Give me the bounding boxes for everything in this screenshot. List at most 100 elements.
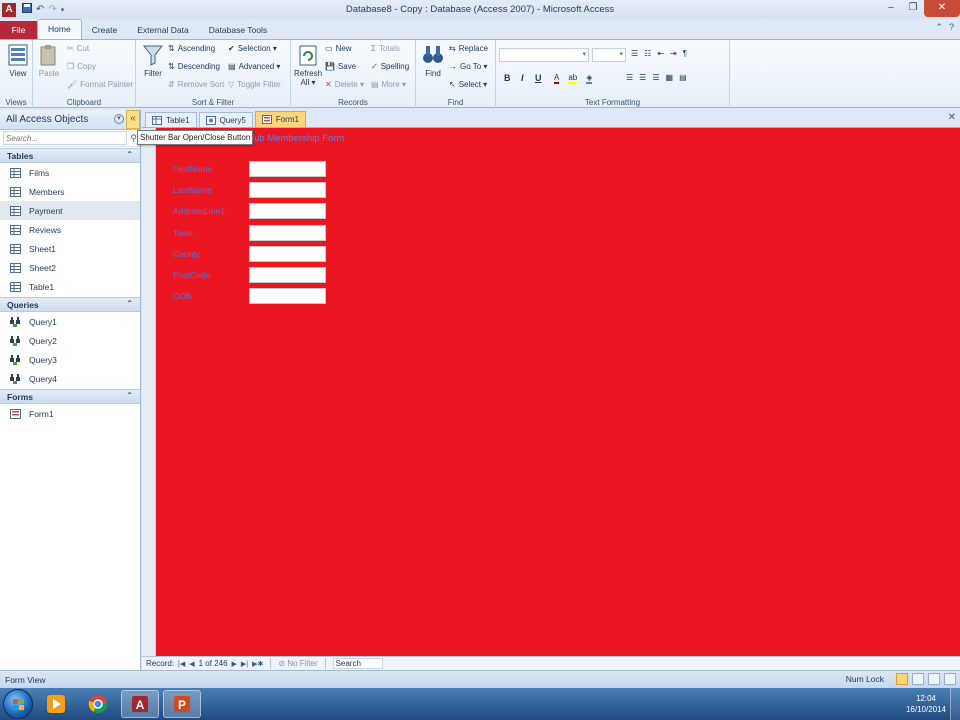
minimize-ribbon-icon[interactable]: ⌃ bbox=[935, 22, 943, 33]
new-record-button[interactable]: ▭ New bbox=[325, 44, 352, 53]
first-record-icon[interactable]: |◀ bbox=[178, 660, 185, 668]
align-right-icon[interactable]: ☰ bbox=[652, 73, 659, 82]
maximize-icon[interactable]: ❐ bbox=[902, 0, 924, 17]
nav-item-query2[interactable]: Query2 bbox=[0, 331, 140, 350]
save-record-button[interactable]: 💾 Save bbox=[325, 62, 356, 71]
underline-button[interactable]: U bbox=[535, 73, 542, 83]
nav-search-input[interactable] bbox=[3, 131, 127, 145]
nav-pane-header[interactable]: All Access Objects ▾ « bbox=[0, 110, 140, 130]
paste-button[interactable]: Paste bbox=[37, 43, 61, 78]
totals-button[interactable]: Σ Totals bbox=[371, 44, 400, 53]
bullets-icon[interactable]: ☰ bbox=[631, 49, 638, 58]
nav-item-sheet2[interactable]: Sheet2 bbox=[0, 258, 140, 277]
help-icon[interactable]: ? bbox=[949, 22, 954, 33]
record-position[interactable]: 1 of 246 bbox=[199, 659, 228, 668]
dob-field[interactable] bbox=[249, 288, 326, 305]
taskbar-powerpoint[interactable]: P bbox=[163, 690, 201, 718]
taskbar-media-player[interactable] bbox=[37, 690, 75, 718]
selection-button[interactable]: ✔ Selection ▾ bbox=[228, 44, 277, 53]
more-button[interactable]: ▤ More ▾ bbox=[371, 80, 406, 89]
addressline1-field[interactable] bbox=[249, 203, 326, 220]
tab-home[interactable]: Home bbox=[37, 19, 82, 39]
find-button[interactable]: Find bbox=[421, 43, 445, 78]
county-field[interactable] bbox=[249, 245, 326, 262]
system-clock[interactable]: 12:04 16/10/2014 bbox=[906, 693, 946, 715]
go-to-button[interactable]: → Go To ▾ bbox=[449, 62, 487, 71]
italic-button[interactable]: I bbox=[521, 73, 524, 83]
nav-item-query1[interactable]: Query1 bbox=[0, 312, 140, 331]
advanced-button[interactable]: ▤ Advanced ▾ bbox=[228, 62, 280, 71]
select-button[interactable]: ↖ Select ▾ bbox=[449, 80, 487, 89]
nav-item-payment[interactable]: Payment bbox=[0, 201, 140, 220]
town-field[interactable] bbox=[249, 224, 326, 241]
format-painter-button[interactable]: 🖌 Format Painter bbox=[67, 80, 133, 89]
tab-database-tools[interactable]: Database Tools bbox=[199, 21, 277, 39]
layout-view-icon[interactable] bbox=[928, 673, 940, 685]
font-size-combo[interactable]: ▾ bbox=[592, 48, 626, 62]
new-record-nav-icon[interactable]: ▶✱ bbox=[252, 660, 263, 668]
spelling-button[interactable]: ✓ Spelling bbox=[371, 62, 409, 71]
cut-button[interactable]: ✂ Cut bbox=[67, 44, 89, 53]
chevron-down-icon[interactable]: ▾ bbox=[114, 114, 124, 124]
nav-item-form1[interactable]: Form1 bbox=[0, 404, 140, 423]
tab-file[interactable]: File bbox=[0, 21, 37, 39]
section-queries[interactable]: Queries ⌃ bbox=[0, 297, 140, 312]
increase-indent-icon[interactable]: ⇥ bbox=[670, 49, 677, 58]
datasheet-view-icon[interactable] bbox=[912, 673, 924, 685]
align-left-icon[interactable]: ☰ bbox=[626, 73, 633, 82]
nav-item-films[interactable]: Films bbox=[0, 163, 140, 182]
numbering-icon[interactable]: ☷ bbox=[644, 49, 651, 58]
collapse-icon[interactable]: ⌃ bbox=[126, 391, 133, 400]
no-filter-indicator[interactable]: ⊘ No Filter bbox=[278, 659, 317, 668]
close-icon[interactable]: ✕ bbox=[924, 0, 960, 17]
collapse-icon[interactable]: ⌃ bbox=[126, 299, 133, 308]
filter-button[interactable]: Filter bbox=[141, 43, 165, 78]
descending-button[interactable]: ⇅ Descending bbox=[168, 62, 220, 71]
show-desktop-button[interactable] bbox=[950, 688, 960, 720]
paragraph-icon[interactable]: ¶ bbox=[683, 49, 687, 58]
save-icon[interactable] bbox=[22, 3, 32, 16]
nav-item-table1[interactable]: Table1 bbox=[0, 277, 140, 296]
replace-button[interactable]: ⇆ Replace bbox=[449, 44, 488, 53]
next-record-icon[interactable]: ▶ bbox=[232, 660, 237, 668]
font-color-icon[interactable]: A bbox=[554, 73, 560, 84]
postcode-field[interactable] bbox=[249, 267, 326, 283]
ascending-button[interactable]: ⇅ Ascending bbox=[168, 44, 215, 53]
decrease-indent-icon[interactable]: ⇤ bbox=[657, 49, 664, 58]
shutter-bar-button[interactable]: « bbox=[126, 110, 140, 129]
section-forms[interactable]: Forms ⌃ bbox=[0, 389, 140, 404]
tab-create[interactable]: Create bbox=[82, 21, 128, 39]
lastname-field[interactable] bbox=[249, 182, 326, 199]
undo-icon[interactable]: ↶ bbox=[36, 4, 44, 15]
doc-tab-form1[interactable]: Form1 bbox=[254, 111, 306, 127]
nav-item-members[interactable]: Members bbox=[0, 182, 140, 201]
access-app-icon[interactable]: A bbox=[2, 2, 16, 17]
copy-button[interactable]: ❐ Copy bbox=[67, 62, 96, 71]
taskbar-access[interactable]: A bbox=[121, 690, 159, 718]
form-view-icon[interactable] bbox=[896, 673, 908, 685]
search-icon[interactable]: ⚲ bbox=[130, 133, 137, 144]
align-center-icon[interactable]: ☰ bbox=[639, 73, 646, 82]
customize-qat-icon[interactable]: ▾ bbox=[61, 6, 65, 14]
minimize-icon[interactable]: – bbox=[880, 0, 902, 17]
view-button[interactable]: View bbox=[6, 43, 30, 78]
close-document-icon[interactable]: ✕ bbox=[948, 112, 956, 123]
nav-item-query3[interactable]: Query3 bbox=[0, 350, 140, 369]
record-selector-strip[interactable] bbox=[142, 128, 156, 656]
record-search-box[interactable]: Search bbox=[332, 658, 383, 669]
delete-record-button[interactable]: ✕ Delete ▾ bbox=[325, 80, 364, 89]
bold-button[interactable]: B bbox=[504, 73, 511, 83]
collapse-icon[interactable]: ⌃ bbox=[126, 150, 133, 159]
fill-color-icon[interactable]: ◈ bbox=[586, 73, 593, 84]
nav-item-query4[interactable]: Query4 bbox=[0, 369, 140, 388]
highlight-color-icon[interactable]: ab bbox=[568, 73, 578, 84]
firstname-field[interactable] bbox=[249, 161, 326, 177]
nav-item-reviews[interactable]: Reviews bbox=[0, 220, 140, 239]
start-button[interactable] bbox=[3, 689, 33, 719]
toggle-filter-button[interactable]: ▽ Toggle Filter bbox=[228, 80, 281, 89]
design-view-icon[interactable] bbox=[944, 673, 956, 685]
remove-sort-button[interactable]: ⇵ Remove Sort bbox=[168, 80, 224, 89]
refresh-all-button[interactable]: Refresh All ▾ bbox=[294, 43, 322, 87]
nav-item-sheet1[interactable]: Sheet1 bbox=[0, 239, 140, 258]
alternate-row-color-icon[interactable]: ▤ bbox=[679, 73, 687, 82]
